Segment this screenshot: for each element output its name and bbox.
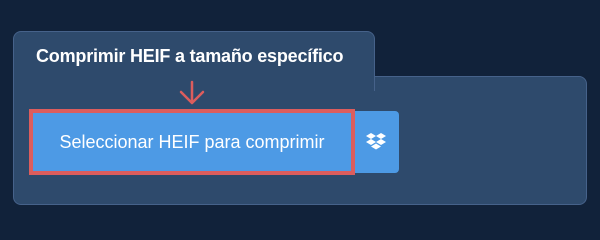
- panel-title: Comprimir HEIF a tamaño específico: [36, 46, 344, 66]
- select-heif-button[interactable]: Seleccionar HEIF para comprimir: [29, 109, 355, 175]
- dropbox-button[interactable]: [353, 111, 399, 173]
- arrow-down-icon: [179, 80, 205, 105]
- upload-button-group: Seleccionar HEIF para comprimir: [29, 109, 399, 175]
- dropbox-icon: [366, 133, 386, 150]
